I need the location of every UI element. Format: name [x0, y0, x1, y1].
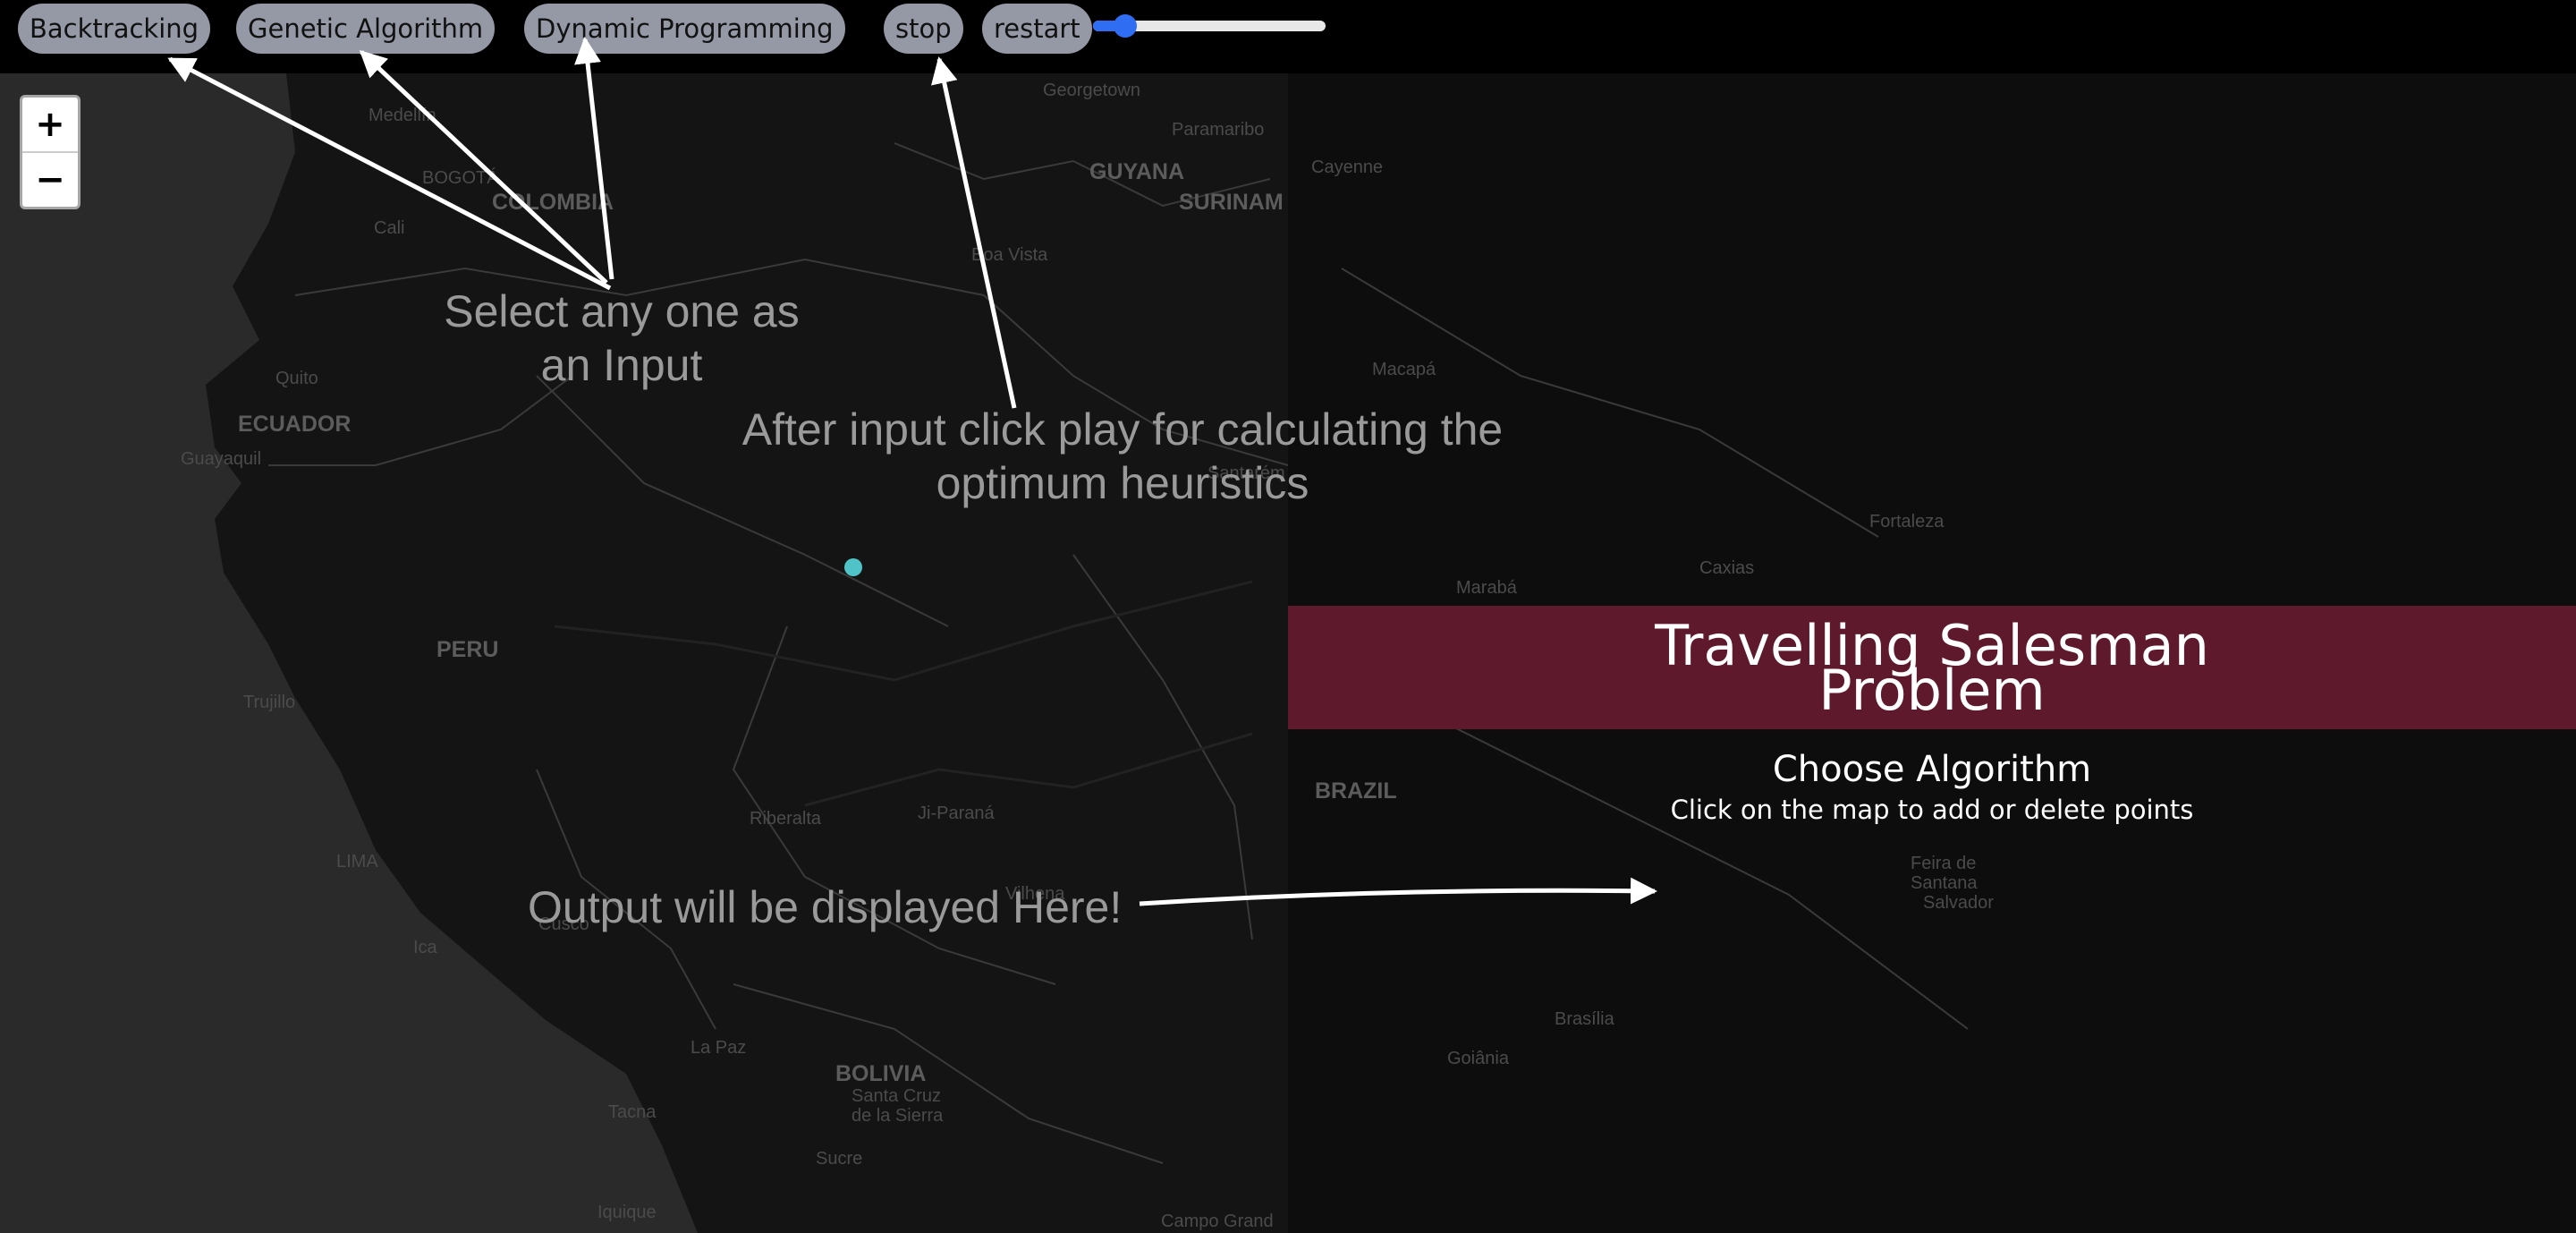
select-annotation-line1: Select any one as — [444, 286, 800, 336]
click-map-hint: Click on the map to add or delete points — [1670, 795, 2194, 825]
map-label-georgetown: Georgetown — [1043, 81, 1140, 100]
map-label-surinam: SURINAM — [1179, 190, 1284, 215]
title-banner: Travelling Salesman Problem — [1288, 606, 2576, 729]
map-label-trujillo: Trujillo — [243, 693, 296, 712]
map-label-boa-vista: Boa Vista — [971, 245, 1048, 265]
after-input-annotation: After input click play for calculating t… — [698, 403, 1547, 510]
map-label-peru: PERU — [436, 637, 499, 662]
map-label-riberalta: Riberalta — [750, 809, 822, 829]
map-label-sucre: Sucre — [816, 1149, 863, 1169]
toolbar: Backtracking Genetic Algorithm Dynamic P… — [0, 0, 2576, 73]
map-label-salvador: Salvador — [1923, 893, 1994, 913]
map-label-cayenne: Cayenne — [1311, 157, 1384, 177]
map-label-guayaquil: Guayaquil — [181, 449, 262, 469]
choose-algorithm-heading: Choose Algorithm — [1772, 749, 2092, 790]
map-label-la-paz: La Paz — [691, 1038, 747, 1058]
select-annotation: Select any one as an Input — [411, 285, 832, 392]
map-label-caxias: Caxias — [1699, 558, 1755, 578]
map-label-bogota: BOGOTÁ — [422, 168, 499, 188]
after-input-annotation-line2: optimum heuristics — [936, 458, 1309, 508]
genetic-algorithm-button[interactable]: Genetic Algorithm — [236, 4, 496, 54]
map-label-quito: Quito — [275, 369, 318, 388]
map-label-bolivia: BOLIVIA — [835, 1061, 927, 1086]
map-label-santa-cruz: Santa Cruz — [852, 1086, 942, 1106]
map-label-macapa: Macapá — [1372, 360, 1436, 379]
output-annotation: Output will be displayed Here! — [528, 882, 1123, 932]
map-label-brasilia: Brasília — [1555, 1009, 1614, 1029]
map-label-maraba: Marabá — [1456, 578, 1517, 598]
map-label-colombia: COLOMBIA — [492, 190, 614, 215]
backtracking-button[interactable]: Backtracking — [18, 4, 211, 54]
zoom-out-button[interactable]: − — [22, 151, 78, 207]
dynamic-programming-button[interactable]: Dynamic Programming — [524, 4, 845, 54]
map-label-feira: Feira de — [1911, 854, 1977, 873]
zoom-control: + − — [20, 95, 80, 209]
map-label-ji-parana: Ji-Paraná — [918, 804, 995, 823]
map-label-medellin: Medellín — [369, 106, 436, 125]
after-input-annotation-line1: After input click play for calculating t… — [741, 404, 1504, 455]
speed-slider[interactable] — [1093, 14, 1326, 38]
map-label-lima: LIMA — [336, 852, 378, 872]
restart-button[interactable]: restart — [982, 4, 1092, 54]
title-line2: Problem — [1818, 658, 2046, 723]
map-label-ecuador: ECUADOR — [238, 412, 352, 437]
map-label-fortaleza: Fortaleza — [1869, 512, 1945, 531]
stop-button[interactable]: stop — [884, 4, 963, 54]
slider-thumb[interactable] — [1114, 14, 1137, 38]
select-annotation-line2: an Input — [540, 340, 703, 390]
map-label-guyana: GUYANA — [1089, 159, 1185, 184]
map-label-goiania: Goiânia — [1447, 1049, 1509, 1068]
map-label-cali: Cali — [374, 218, 405, 238]
map-label-de-la-sierra: de la Sierra — [852, 1106, 944, 1126]
map-label-campo-grande: Campo Grand — [1161, 1212, 1274, 1231]
map-label-iquique: Iquique — [597, 1203, 657, 1222]
map-label-tacna: Tacna — [608, 1102, 657, 1122]
map-label-santana: Santana — [1911, 873, 1978, 893]
map-point[interactable] — [844, 558, 862, 576]
map-label-paramaribo: Paramaribo — [1172, 120, 1265, 140]
zoom-in-button[interactable]: + — [22, 98, 78, 151]
map-label-ica: Ica — [413, 938, 437, 957]
